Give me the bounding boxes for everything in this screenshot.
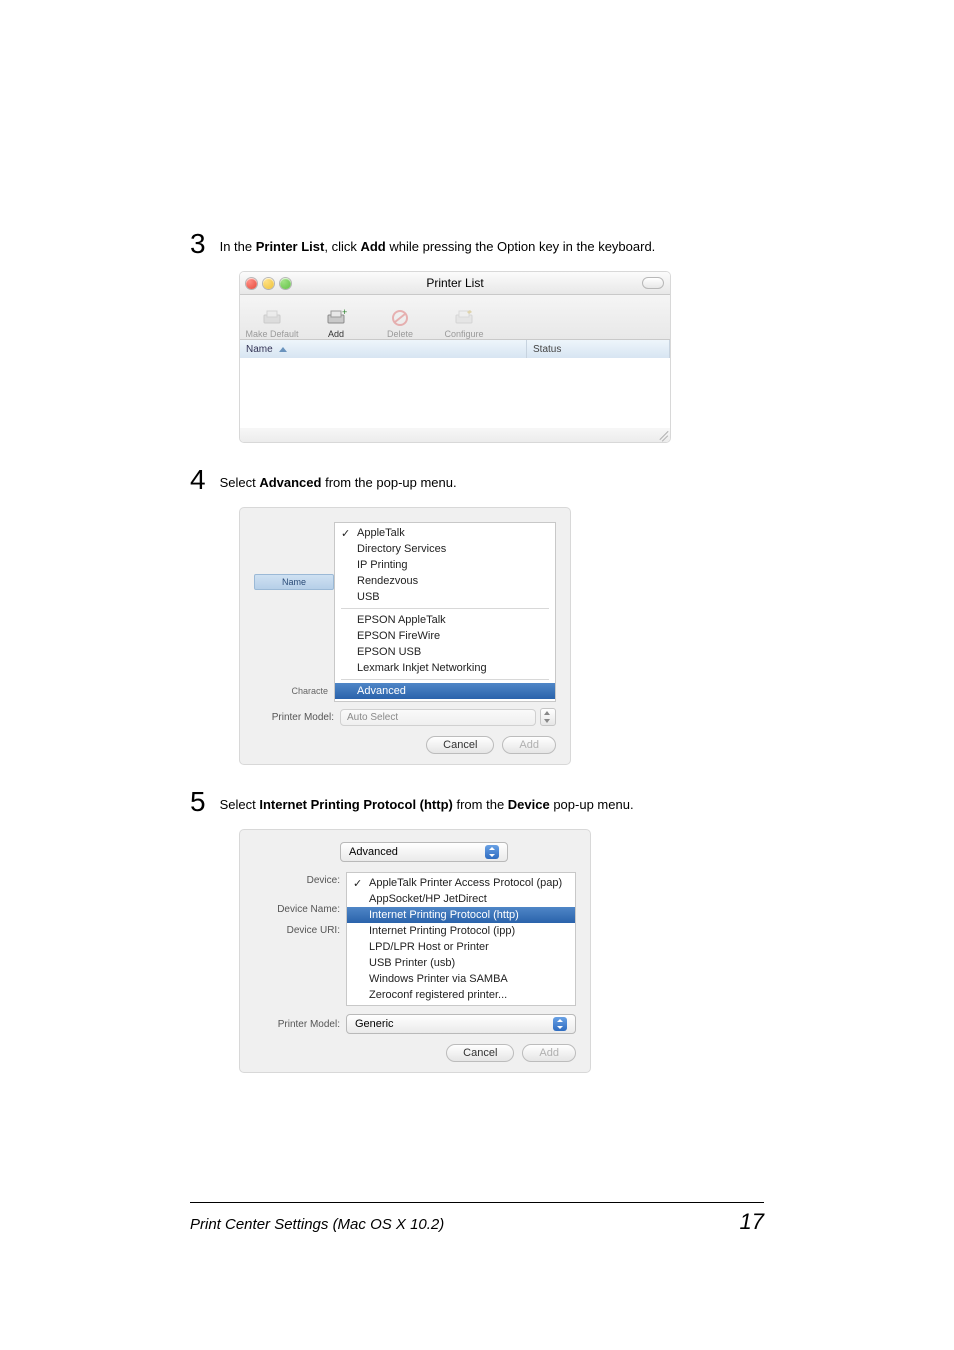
footer-title: Print Center Settings (Mac OS X 10.2)	[190, 1216, 444, 1233]
menu-item[interactable]: LPD/LPR Host or Printer	[347, 939, 575, 955]
step-3: 3 In the Printer List, click Add while p…	[190, 230, 764, 258]
footer-page-number: 17	[740, 1209, 764, 1235]
cancel-button[interactable]: Cancel	[426, 736, 494, 754]
menu-item[interactable]: Lexmark Inkjet Networking	[335, 660, 555, 676]
add-button: Add	[502, 736, 556, 754]
menu-item[interactable]: EPSON FireWire	[335, 628, 555, 644]
screenshot-printer-list: Printer List Make Default + Add Delete C…	[240, 272, 670, 442]
connection-popup[interactable]: Advanced	[340, 842, 508, 862]
step-text: Select Advanced from the pop-up menu.	[220, 474, 457, 492]
step-4: 4 Select Advanced from the pop-up menu.	[190, 466, 764, 494]
menu-item[interactable]: IP Printing	[335, 557, 555, 573]
connection-menu[interactable]: AppleTalk Directory Services IP Printing…	[334, 522, 556, 702]
menu-item[interactable]: USB	[335, 589, 555, 605]
label-name: Name	[254, 574, 334, 590]
sort-ascending-icon	[279, 347, 287, 352]
step-number: 4	[190, 466, 206, 494]
step-text: Select Internet Printing Protocol (http)…	[220, 796, 634, 814]
configure-icon	[453, 309, 475, 327]
column-name[interactable]: Name	[240, 340, 527, 358]
menu-item[interactable]: AppSocket/HP JetDirect	[347, 891, 575, 907]
add-button: Add	[522, 1044, 576, 1062]
configure-button: Configure	[432, 297, 496, 339]
screenshot-device-menu: Advanced Device: Device Name: Device URI…	[240, 830, 590, 1072]
window-footer	[240, 428, 670, 442]
printer-model-popup[interactable]: Generic	[346, 1014, 576, 1034]
page-footer: Print Center Settings (Mac OS X 10.2) 17	[190, 1202, 764, 1235]
delete-icon	[390, 309, 410, 327]
stepper-icon[interactable]	[540, 708, 556, 726]
popup-arrows-icon	[553, 1017, 567, 1031]
menu-item[interactable]: USB Printer (usb)	[347, 955, 575, 971]
label-printer-model: Printer Model:	[254, 712, 340, 723]
menu-item[interactable]: EPSON USB	[335, 644, 555, 660]
printer-model-popup[interactable]: Auto Select	[340, 709, 536, 726]
label-device: Device:	[254, 872, 346, 889]
window-titlebar: Printer List	[240, 272, 670, 295]
make-default-button: Make Default	[240, 297, 304, 339]
step-number: 5	[190, 788, 206, 816]
column-status[interactable]: Status	[527, 340, 670, 358]
step-text: In the Printer List, click Add while pre…	[220, 238, 656, 256]
add-button[interactable]: + Add	[304, 297, 368, 339]
menu-separator	[341, 608, 549, 609]
step-number: 3	[190, 230, 206, 258]
menu-item[interactable]: Directory Services	[335, 541, 555, 557]
popup-value: Generic	[355, 1018, 394, 1030]
svg-text:+: +	[342, 309, 347, 317]
menu-item[interactable]: Internet Printing Protocol (ipp)	[347, 923, 575, 939]
delete-button: Delete	[368, 297, 432, 339]
menu-item[interactable]: Rendezvous	[335, 573, 555, 589]
toolbar-toggle-icon[interactable]	[642, 277, 664, 289]
label-device-name: Device Name:	[254, 901, 346, 918]
menu-item[interactable]: AppleTalk Printer Access Protocol (pap)	[347, 875, 575, 891]
label-device-uri: Device URI:	[254, 922, 346, 939]
screenshot-advanced-menu: Name Characte AppleTalk Directory Servic…	[240, 508, 570, 764]
label-characte: Characte	[254, 686, 334, 696]
label-printer-model: Printer Model:	[254, 1019, 346, 1030]
menu-item[interactable]: Windows Printer via SAMBA	[347, 971, 575, 987]
menu-item-advanced[interactable]: Advanced	[335, 683, 555, 699]
column-headers: Name Status	[240, 340, 670, 358]
device-menu[interactable]: AppleTalk Printer Access Protocol (pap) …	[346, 872, 576, 1006]
cancel-button[interactable]: Cancel	[446, 1044, 514, 1062]
printer-add-icon: +	[325, 309, 347, 327]
popup-arrows-icon	[485, 845, 499, 859]
menu-separator	[341, 679, 549, 680]
toolbar: Make Default + Add Delete Configure	[240, 295, 670, 340]
printer-icon	[261, 309, 283, 327]
menu-item-http[interactable]: Internet Printing Protocol (http)	[347, 907, 575, 923]
menu-item[interactable]: AppleTalk	[335, 525, 555, 541]
printer-list-body[interactable]	[240, 358, 670, 428]
step-5: 5 Select Internet Printing Protocol (htt…	[190, 788, 764, 816]
resize-grip-icon[interactable]	[656, 428, 668, 440]
window-title: Printer List	[240, 276, 670, 290]
popup-value: Advanced	[349, 846, 398, 858]
menu-item[interactable]: EPSON AppleTalk	[335, 612, 555, 628]
menu-item[interactable]: Zeroconf registered printer...	[347, 987, 575, 1003]
